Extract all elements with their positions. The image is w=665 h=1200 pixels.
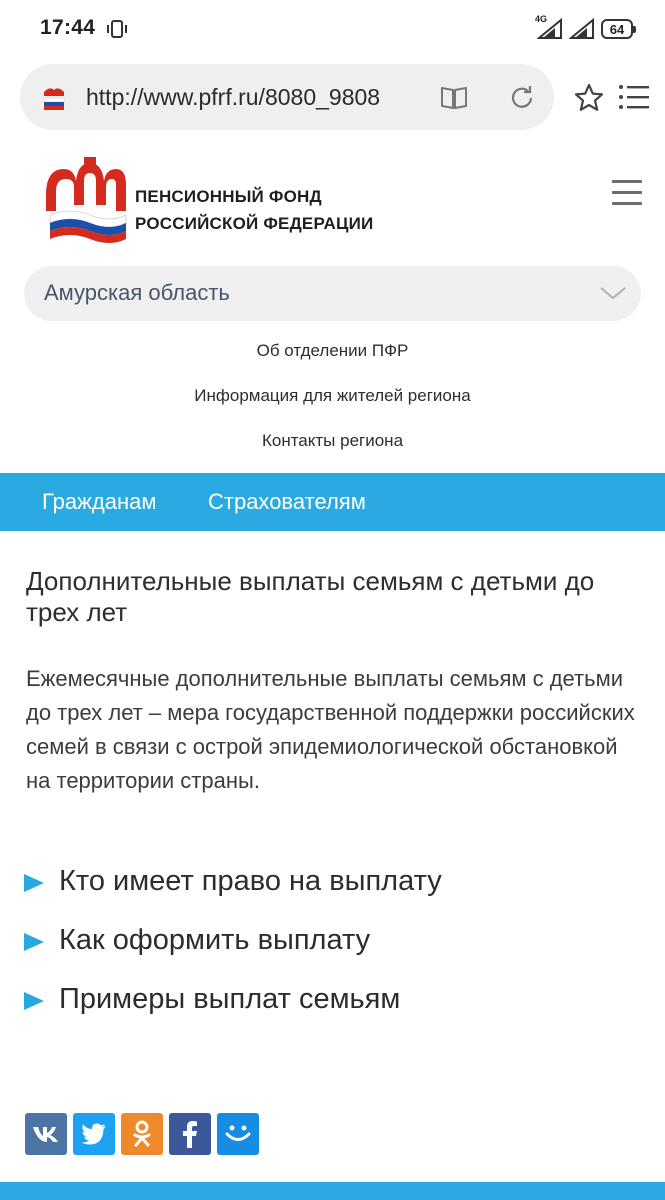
status-time: 17:44 (40, 16, 96, 39)
link-region-info[interactable]: Информация для жителей региона (0, 378, 665, 423)
triangle-right-icon (24, 874, 44, 892)
triangle-right-icon (24, 992, 44, 1010)
region-links: Об отделении ПФР Информация для жителей … (0, 333, 665, 468)
signal-4g-icon: 4G (535, 14, 563, 40)
pfr-logo[interactable] (40, 155, 130, 245)
battery-icon: 64 (601, 19, 636, 39)
link-about-branch[interactable]: Об отделении ПФР (0, 333, 665, 378)
address-bar[interactable]: http://www.pfrf.ru/8080_9808 (20, 64, 554, 130)
accordion-label: Кто имеет право на выплату (59, 865, 442, 897)
site-menu-button[interactable] (612, 180, 642, 208)
nav-citizens[interactable]: Гражданам (42, 489, 156, 515)
status-icons: 4G 64 (535, 14, 636, 42)
share-buttons (25, 1113, 259, 1155)
menu-list-icon[interactable] (618, 82, 650, 112)
triangle-right-icon (24, 933, 44, 951)
accordion-label: Примеры выплат семьям (59, 983, 401, 1015)
accordion-item-examples[interactable]: Примеры выплат семьям (24, 978, 644, 1037)
footer-bar (0, 1182, 665, 1200)
facebook-icon (183, 1121, 197, 1148)
org-name: ПЕНСИОННЫЙ ФОНД РОССИЙСКОЙ ФЕДЕРАЦИИ (135, 183, 373, 237)
chevron-down-icon (600, 287, 626, 300)
signal-icon (568, 17, 595, 40)
star-icon[interactable] (573, 82, 605, 114)
twitter-icon (81, 1123, 106, 1145)
vibrate-icon (107, 20, 127, 38)
nav-employers[interactable]: Страхователям (208, 489, 366, 515)
reload-icon[interactable] (508, 84, 536, 112)
intro-text: Ежемесячные дополнительные выплаты семья… (26, 666, 635, 793)
region-selected-value: Амурская область (44, 280, 230, 305)
share-moimir-button[interactable] (217, 1113, 259, 1155)
reader-mode-icon[interactable] (440, 84, 468, 110)
network-type: 4G (535, 14, 548, 24)
accordion-item-how-to-apply[interactable]: Как оформить выплату (24, 919, 644, 978)
link-region-contacts[interactable]: Контакты региона (0, 423, 665, 468)
share-twitter-button[interactable] (73, 1113, 115, 1155)
status-bar: 17:44 4G 64 (0, 0, 665, 60)
odnoklassniki-icon (133, 1120, 151, 1147)
page-title: Дополнительные выплаты семьям с детьми д… (26, 566, 595, 627)
share-facebook-button[interactable] (169, 1113, 211, 1155)
accordion-label: Как оформить выплату (59, 924, 371, 956)
accordion: Кто имеет право на выплату Как оформить … (24, 860, 644, 1037)
share-ok-button[interactable] (121, 1113, 163, 1155)
site-favicon-icon (43, 88, 65, 110)
org-name-line2: РОССИЙСКОЙ ФЕДЕРАЦИИ (135, 214, 374, 233)
org-name-line1: ПЕНСИОННЫЙ ФОНД (135, 187, 322, 206)
moimir-icon (225, 1125, 251, 1141)
vk-icon (33, 1127, 58, 1142)
accordion-item-eligibility[interactable]: Кто имеет право на выплату (24, 860, 644, 919)
share-vk-button[interactable] (25, 1113, 67, 1155)
url-text[interactable]: http://www.pfrf.ru/8080_9808 (86, 84, 416, 111)
main-nav: Гражданам Страхователям (0, 473, 665, 531)
region-select[interactable]: Амурская область (24, 266, 641, 321)
